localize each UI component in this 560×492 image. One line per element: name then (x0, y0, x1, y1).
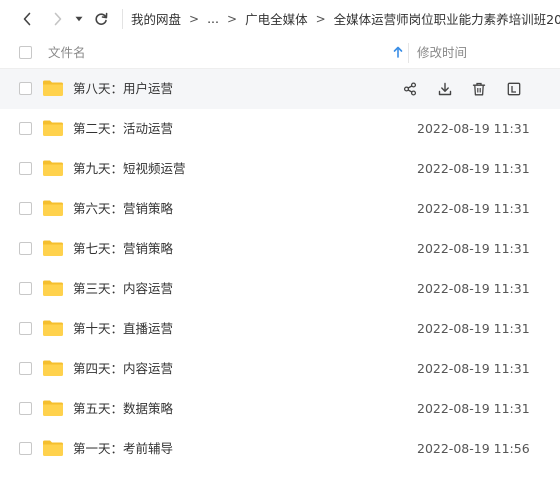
folder-icon (43, 160, 63, 176)
file-name[interactable]: 第一天：考前辅导 (73, 429, 173, 469)
select-all-checkbox[interactable] (19, 46, 32, 59)
modified-time: 2022-08-19 11:31 (417, 361, 530, 376)
breadcrumb-separator: > (189, 11, 200, 26)
more-button[interactable] (504, 79, 524, 99)
row-checkbox[interactable] (19, 162, 32, 175)
table-row[interactable]: 第五天：数据策略 2022-08-19 11:31 (0, 389, 560, 429)
file-name[interactable]: 第七天：营销策略 (73, 229, 173, 269)
column-divider[interactable] (408, 43, 409, 63)
breadcrumb-root[interactable]: 我的网盘 (131, 9, 181, 28)
folder-icon (43, 320, 63, 336)
file-name[interactable]: 第二天：活动运营 (73, 109, 173, 149)
refresh-button[interactable] (90, 0, 112, 37)
file-name[interactable]: 第五天：数据策略 (73, 389, 173, 429)
refresh-icon (95, 12, 108, 25)
modified-time: 2022-08-19 11:31 (417, 241, 530, 256)
modified-time: 2022-08-19 11:31 (417, 321, 530, 336)
chevron-right-icon (54, 12, 62, 25)
folder-icon (43, 240, 63, 256)
modified-time: 2022-08-19 11:31 (417, 121, 530, 136)
breadcrumb-parent[interactable]: 广电全媒体 (245, 9, 308, 28)
history-dropdown-button[interactable] (72, 0, 86, 37)
row-checkbox[interactable] (19, 282, 32, 295)
file-name[interactable]: 第三天：内容运营 (73, 269, 173, 309)
download-button[interactable] (435, 79, 455, 99)
file-list: 第八天：用户运营 第二天：活动运营 2022-08-19 11:31 第九天：短… (0, 69, 560, 469)
breadcrumb-separator: > (227, 11, 238, 26)
table-row[interactable]: 第三天：内容运营 2022-08-19 11:31 (0, 269, 560, 309)
row-checkbox[interactable] (19, 322, 32, 335)
breadcrumb-ellipsis[interactable]: ... (207, 11, 219, 26)
scrollbar[interactable] (554, 69, 560, 492)
folder-icon (43, 400, 63, 416)
row-checkbox[interactable] (19, 202, 32, 215)
table-row[interactable]: 第二天：活动运营 2022-08-19 11:31 (0, 109, 560, 149)
folder-icon (43, 440, 63, 456)
breadcrumb: 我的网盘 > ... > 广电全媒体 > 全媒体运营师岗位职业能力素养培训班20… (131, 0, 560, 37)
trash-icon (472, 82, 486, 96)
modified-time: 2022-08-19 11:31 (417, 161, 530, 176)
row-checkbox[interactable] (19, 242, 32, 255)
column-header-modified-time[interactable]: 修改时间 (417, 37, 467, 68)
table-row[interactable]: 第六天：营销策略 2022-08-19 11:31 (0, 189, 560, 229)
row-checkbox[interactable] (19, 122, 32, 135)
row-checkbox[interactable] (19, 402, 32, 415)
file-name[interactable]: 第十天：直播运营 (73, 309, 173, 349)
table-row[interactable]: 第四天：内容运营 2022-08-19 11:31 (0, 349, 560, 389)
share-icon (403, 82, 417, 96)
caret-down-icon (75, 16, 83, 21)
folder-icon (43, 120, 63, 136)
file-name[interactable]: 第九天：短视频运营 (73, 149, 186, 189)
row-actions (400, 79, 538, 99)
breadcrumb-separator: > (315, 11, 326, 26)
folder-icon (43, 200, 63, 216)
folder-icon (43, 80, 63, 96)
chevron-left-icon (23, 12, 31, 25)
toolbar: 我的网盘 > ... > 广电全媒体 > 全媒体运营师岗位职业能力素养培训班20… (0, 0, 560, 37)
row-checkbox[interactable] (19, 442, 32, 455)
folder-icon (43, 360, 63, 376)
download-icon (438, 82, 451, 96)
back-button[interactable] (16, 0, 38, 37)
toolbar-divider (122, 9, 123, 29)
arrow-up-icon[interactable] (393, 46, 403, 58)
table-row[interactable]: 第一天：考前辅导 2022-08-19 11:56 (0, 429, 560, 469)
share-button[interactable] (400, 79, 420, 99)
table-row[interactable]: 第七天：营销策略 2022-08-19 11:31 (0, 229, 560, 269)
table-row[interactable]: 第八天：用户运营 (0, 69, 560, 109)
breadcrumb-current: 全媒体运营师岗位职业能力素养培训班2022 (333, 12, 560, 27)
delete-button[interactable] (469, 79, 489, 99)
file-name[interactable]: 第八天：用户运营 (73, 69, 173, 109)
modified-time: 2022-08-19 11:56 (417, 441, 530, 456)
column-header-name[interactable]: 文件名 (48, 37, 86, 68)
modified-time: 2022-08-19 11:31 (417, 401, 530, 416)
forward-button[interactable] (47, 0, 69, 37)
row-checkbox[interactable] (19, 82, 32, 95)
file-name[interactable]: 第四天：内容运营 (73, 349, 173, 389)
file-name[interactable]: 第六天：营销策略 (73, 189, 173, 229)
folder-icon (43, 280, 63, 296)
modified-time: 2022-08-19 11:31 (417, 201, 530, 216)
more-icon (507, 82, 520, 96)
modified-time: 2022-08-19 11:31 (417, 281, 530, 296)
row-checkbox[interactable] (19, 362, 32, 375)
table-row[interactable]: 第十天：直播运营 2022-08-19 11:31 (0, 309, 560, 349)
table-row[interactable]: 第九天：短视频运营 2022-08-19 11:31 (0, 149, 560, 189)
table-header: 文件名 修改时间 (0, 37, 560, 69)
